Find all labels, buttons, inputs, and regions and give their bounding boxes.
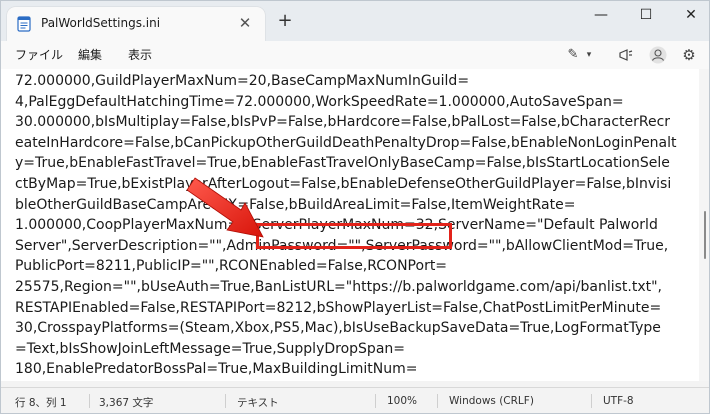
account-icon[interactable] (648, 45, 668, 65)
character-count: 3,367 文字 (99, 397, 154, 409)
editor-line: 25575,Region="",bUseAuth=True,BanListURL… (15, 278, 663, 295)
menu-bar: ファイル 編集 表示 ✎ ▾ ⚙ (1, 41, 709, 69)
editor-line: bleOtherGuildBaseCampAreaFX=False,bBuild… (15, 196, 576, 213)
serverplayermaxnum-highlight-box (256, 223, 452, 249)
copilot-rewrite-icon[interactable]: ✎ (563, 45, 583, 65)
close-window-icon[interactable]: ✕ (673, 5, 709, 25)
maximize-icon[interactable]: ☐ (628, 5, 664, 25)
new-tab-icon[interactable]: + (275, 11, 295, 31)
text-mode: テキスト (237, 397, 279, 409)
menu-edit[interactable]: 編集 (78, 46, 102, 63)
editor-line: 180,EnablePredatorBossPal=True,MaxBuildi… (15, 361, 418, 378)
title-bar: PalWorldSettings.ini ✕ + — ☐ ✕ (1, 1, 709, 41)
editor-line: eateInHardcore=False,bCanPickupOtherGuil… (15, 134, 677, 151)
encoding[interactable]: UTF-8 (603, 395, 634, 407)
zoom-level[interactable]: 100% (387, 395, 417, 407)
tab-title: PalWorldSettings.ini (41, 16, 161, 30)
notepad-window: PalWorldSettings.ini ✕ + — ☐ ✕ ファイル 編集 表… (0, 0, 710, 414)
editor-line: ctByMap=True,bExistPlayerAfterLogout=Fal… (15, 175, 672, 192)
notepad-icon (17, 16, 31, 32)
editor-line: 4,PalEggDefaultHatchingTime=72.000000,Wo… (15, 93, 624, 110)
menu-view[interactable]: 表示 (128, 46, 152, 63)
close-tab-icon[interactable]: ✕ (236, 13, 254, 33)
scroll-thumb[interactable] (704, 211, 706, 259)
status-bar: 行 8、列 1 3,367 文字 テキスト 100% Windows (CRLF… (1, 387, 709, 413)
menu-file[interactable]: ファイル (15, 46, 63, 63)
vertical-scrollbar[interactable] (699, 69, 709, 381)
editor-line: RESTAPIEnabled=False,RESTAPIPort=8212,bS… (15, 299, 662, 316)
megaphone-icon[interactable] (616, 45, 636, 65)
editor-line: 30.000000,bIsMultiplay=False,bIsPvP=Fals… (15, 114, 671, 131)
chevron-down-icon[interactable]: ▾ (583, 45, 595, 65)
editor-line: =Text,bIsShowJoinLeftMessage=True,Supply… (15, 340, 405, 357)
tab-palworldsettings[interactable]: PalWorldSettings.ini ✕ (7, 7, 265, 41)
settings-gear-icon[interactable]: ⚙ (679, 45, 699, 65)
line-ending[interactable]: Windows (CRLF) (449, 395, 534, 407)
editor-line: PublicPort=8211,PublicIP="",RCONEnabled=… (15, 258, 448, 275)
editor-line: y=True,bEnableFastTravel=True,bEnableFas… (15, 155, 670, 172)
editor-line: 30,CrosspayPlatforms=(Steam,Xbox,PS5,Mac… (15, 320, 661, 337)
minimize-icon[interactable]: — (583, 5, 619, 25)
cursor-position[interactable]: 行 8、列 1 (15, 395, 67, 410)
editor-line: 72.000000,GuildPlayerMaxNum=20,BaseCampM… (15, 73, 470, 89)
